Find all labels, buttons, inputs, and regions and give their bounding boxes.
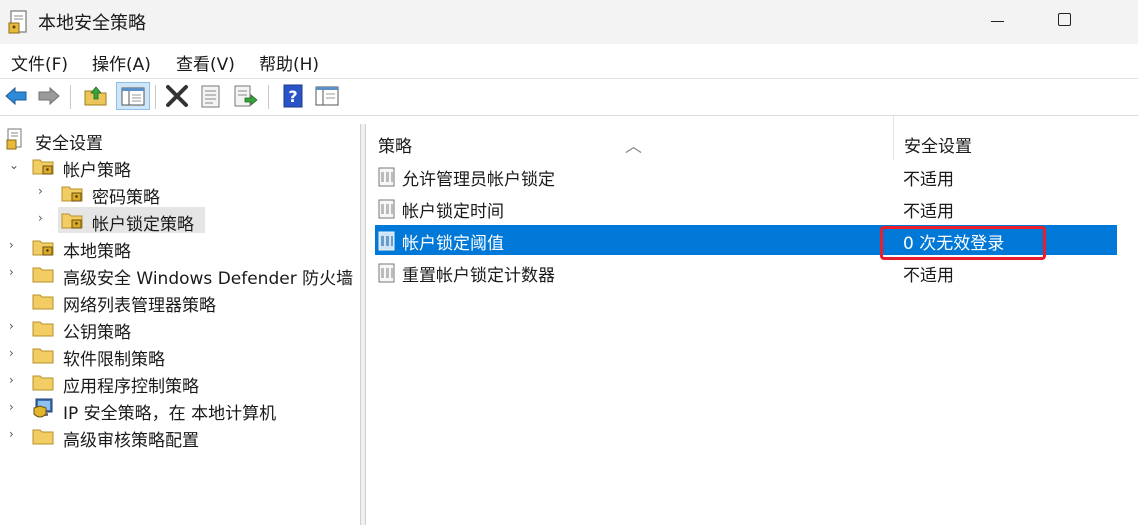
tree-item-label: 应用程序控制策略 — [63, 377, 199, 397]
menu-file[interactable]: 文件(F) — [11, 50, 68, 75]
folder-icon — [32, 321, 54, 337]
console-view-icon[interactable] — [313, 82, 341, 110]
folder-icon — [32, 429, 54, 445]
toolbar-separator — [70, 85, 71, 109]
tree-item-label: 帐户锁定策略 — [92, 215, 194, 235]
policy-setting: 不适用 — [903, 170, 954, 190]
tree-item-password-policy[interactable]: › 密码策略 — [0, 180, 360, 208]
policy-name: 允许管理员帐户锁定 — [402, 170, 555, 190]
tree-item-label: 公钥策略 — [63, 323, 131, 343]
list-row[interactable]: 重置帐户锁定计数器 不适用 — [375, 257, 1117, 287]
highlight-annotation-box — [880, 226, 1046, 260]
sort-ascending-icon: ︿ — [625, 137, 642, 157]
toolbar-separator — [155, 85, 156, 109]
export-list-icon[interactable] — [231, 82, 259, 110]
computer-shield-icon — [33, 398, 53, 418]
tree-item-lockout-policy[interactable]: › 帐户锁定策略 — [0, 207, 360, 235]
tree-item-label: 密码策略 — [92, 188, 160, 208]
list-row[interactable]: 帐户锁定时间 不适用 — [375, 193, 1117, 223]
policy-item-icon — [378, 263, 395, 283]
tree-item-network-list[interactable]: 网络列表管理器策略 — [0, 288, 360, 316]
chevron-right-icon[interactable]: › — [9, 320, 19, 332]
pane-splitter[interactable] — [360, 124, 366, 525]
delete-icon[interactable] — [163, 82, 191, 110]
tree-item-label: 高级审核策略配置 — [63, 431, 199, 451]
list-row[interactable]: 允许管理员帐户锁定 不适用 — [375, 161, 1117, 191]
app-icon — [8, 10, 27, 34]
folder-icon — [32, 267, 54, 283]
chevron-right-icon[interactable]: › — [9, 401, 19, 413]
tree-item-firewall[interactable]: › 高级安全 Windows Defender 防火墙 — [0, 261, 360, 289]
policy-name: 重置帐户锁定计数器 — [402, 266, 555, 286]
chevron-right-icon[interactable]: › — [9, 239, 19, 251]
menu-view[interactable]: 查看(V) — [176, 50, 235, 75]
column-header-label: 策略 — [378, 137, 412, 157]
policy-item-icon — [378, 167, 395, 187]
menu-help[interactable]: 帮助(H) — [259, 50, 319, 75]
title-bar: 本地安全策略 — [0, 0, 1138, 44]
tree-item-label: 软件限制策略 — [63, 350, 165, 370]
policy-setting: 不适用 — [903, 266, 954, 286]
tree-item-label: 本地策略 — [63, 242, 131, 262]
locked-folder-icon — [61, 186, 83, 202]
svg-text:?: ? — [288, 87, 297, 106]
window-title: 本地安全策略 — [38, 13, 146, 34]
folder-icon — [32, 375, 54, 391]
tree-item-public-key[interactable]: › 公钥策略 — [0, 315, 360, 343]
locked-folder-icon — [32, 159, 54, 175]
properties-icon[interactable] — [197, 82, 225, 110]
policy-item-icon — [378, 199, 395, 219]
menu-bar: 文件(F) 操作(A) 查看(V) 帮助(H) — [0, 44, 1138, 78]
maximize-button[interactable] — [1042, 0, 1088, 44]
toolbar: ? — [0, 79, 1138, 116]
tree-item-label: 网络列表管理器策略 — [63, 296, 216, 316]
up-folder-icon[interactable] — [82, 82, 110, 110]
column-header-setting[interactable]: 安全设置 — [893, 116, 1120, 160]
folder-icon — [32, 348, 54, 364]
security-settings-icon — [6, 128, 22, 150]
menu-action[interactable]: 操作(A) — [92, 50, 151, 75]
show-hide-tree-button[interactable] — [116, 82, 150, 110]
tree-item-label: 高级安全 Windows Defender 防火墙 — [63, 269, 354, 289]
tree-item-label: 帐户策略 — [63, 161, 131, 181]
tree-root[interactable]: 安全设置 — [0, 126, 360, 154]
console-tree: 安全设置 ⌄ 帐户策略 › 密码策略 › 帐户锁定策略 › 本地策略 › 高级安… — [0, 124, 360, 525]
forward-arrow-icon[interactable] — [35, 82, 63, 110]
minimize-button[interactable] — [975, 0, 1021, 44]
folder-icon — [32, 294, 54, 310]
chevron-right-icon[interactable]: › — [38, 212, 48, 224]
tree-item-software-restriction[interactable]: › 软件限制策略 — [0, 342, 360, 370]
toolbar-separator — [268, 85, 269, 109]
chevron-down-icon[interactable]: ⌄ — [9, 159, 19, 171]
tree-item-advanced-audit[interactable]: › 高级审核策略配置 — [0, 423, 360, 451]
policy-list: ︿ 策略 安全设置 允许管理员帐户锁定 不适用 帐户锁定时间 不适用 帐户锁定阈… — [367, 116, 1138, 525]
locked-folder-icon — [32, 240, 54, 256]
tree-item-ip-security[interactable]: › IP 安全策略，在 本地计算机 — [0, 396, 360, 424]
back-arrow-icon[interactable] — [2, 82, 30, 110]
tree-item-label: IP 安全策略，在 本地计算机 — [63, 404, 277, 424]
policy-name: 帐户锁定阈值 — [402, 234, 504, 254]
policy-item-icon — [378, 231, 395, 251]
help-icon[interactable]: ? — [279, 82, 307, 110]
tree-root-label: 安全设置 — [35, 134, 103, 154]
tree-item-app-control[interactable]: › 应用程序控制策略 — [0, 369, 360, 397]
chevron-right-icon[interactable]: › — [9, 428, 19, 440]
locked-folder-icon — [61, 213, 83, 229]
tree-item-account-policy[interactable]: ⌄ 帐户策略 — [0, 153, 360, 181]
chevron-right-icon[interactable]: › — [9, 266, 19, 278]
tree-item-local-policy[interactable]: › 本地策略 — [0, 234, 360, 262]
column-header-label: 安全设置 — [904, 137, 972, 157]
show-hide-tree-icon — [121, 87, 145, 106]
chevron-right-icon[interactable]: › — [9, 374, 19, 386]
chevron-right-icon[interactable]: › — [38, 185, 48, 197]
policy-name: 帐户锁定时间 — [402, 202, 504, 222]
chevron-right-icon[interactable]: › — [9, 347, 19, 359]
column-header-policy[interactable]: ︿ 策略 — [367, 116, 893, 160]
policy-setting: 不适用 — [903, 202, 954, 222]
